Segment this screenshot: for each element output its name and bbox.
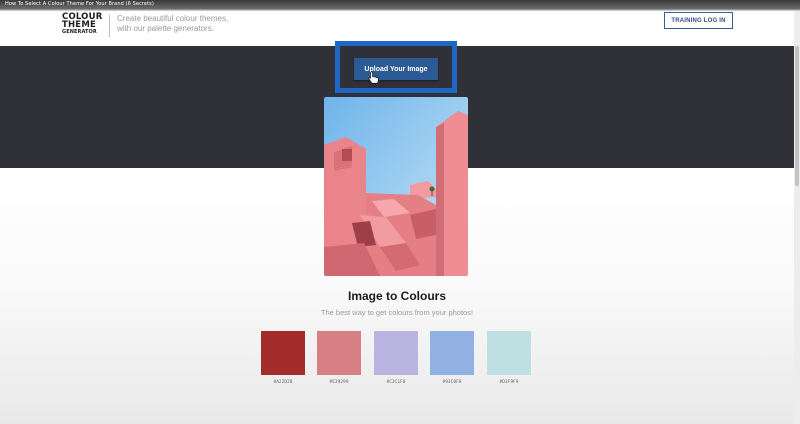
tagline: Create beautiful colour themes, with our… <box>117 14 228 34</box>
upload-image-button[interactable]: Upload Your Image <box>354 58 438 80</box>
swatch-hex-label: #93C0F8 <box>442 380 462 385</box>
swatch-hex-label: #A22D2B <box>273 380 293 385</box>
color-swatch[interactable] <box>374 331 418 375</box>
color-swatch[interactable] <box>487 331 531 375</box>
hand-cursor-icon <box>368 71 379 84</box>
tagline-line-2: with our palette generators. <box>117 24 214 33</box>
swatch-hex-label: #E39299 <box>329 380 349 385</box>
color-swatch[interactable] <box>261 331 305 375</box>
tagline-line-1: Create beautiful colour themes, <box>117 14 229 23</box>
color-swatch[interactable] <box>430 331 474 375</box>
section-title: Image to Colours <box>347 289 446 303</box>
section-subtitle: The best way to get colours from your ph… <box>320 308 474 317</box>
logo-line-2: THEME <box>62 20 96 30</box>
site-logo[interactable]: COLOUR THEME GENERATOR <box>62 13 102 35</box>
logo-divider <box>109 15 110 37</box>
logo-line-3: GENERATOR <box>62 29 97 35</box>
scrollbar-thumb[interactable] <box>795 46 799 186</box>
uploaded-photo <box>324 97 468 276</box>
color-swatch[interactable] <box>317 331 361 375</box>
training-login-button[interactable]: TRAINING LOG IN <box>664 12 733 29</box>
video-title: How To Select A Colour Theme For Your Br… <box>5 1 154 7</box>
video-title-bar: How To Select A Colour Theme For Your Br… <box>0 0 800 11</box>
swatch-hex-label: #D3F9F9 <box>499 380 519 385</box>
swatch-hex-label: #C3C1F0 <box>386 380 406 385</box>
